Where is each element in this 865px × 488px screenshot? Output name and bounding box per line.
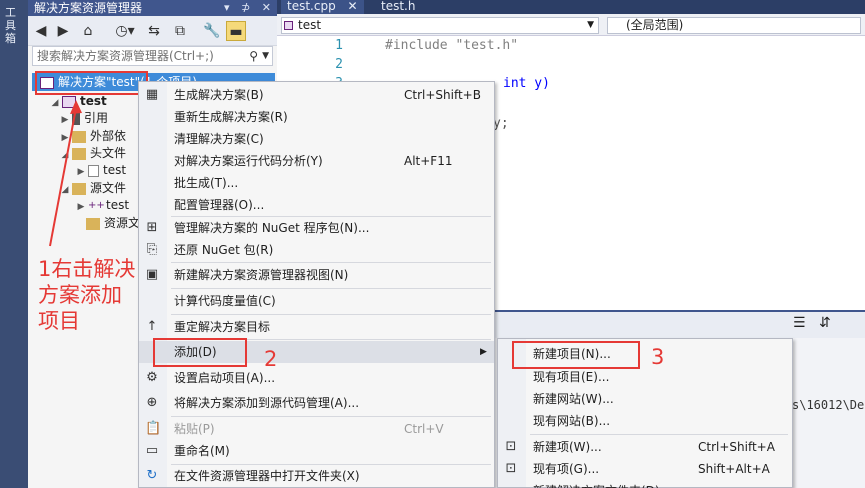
annotation-arrow-line xyxy=(49,107,77,247)
annotation-step2: 2 xyxy=(264,347,278,371)
annotation-step1-line2: 方案添加 xyxy=(38,283,122,307)
annotation-arrow xyxy=(49,100,82,247)
annotation-step3: 3 xyxy=(651,345,665,369)
annotation-arrowhead xyxy=(70,100,82,114)
annotation-step1-line3: 项目 xyxy=(38,309,80,333)
annotation-step1-line1: 1右击解决 xyxy=(38,257,136,281)
